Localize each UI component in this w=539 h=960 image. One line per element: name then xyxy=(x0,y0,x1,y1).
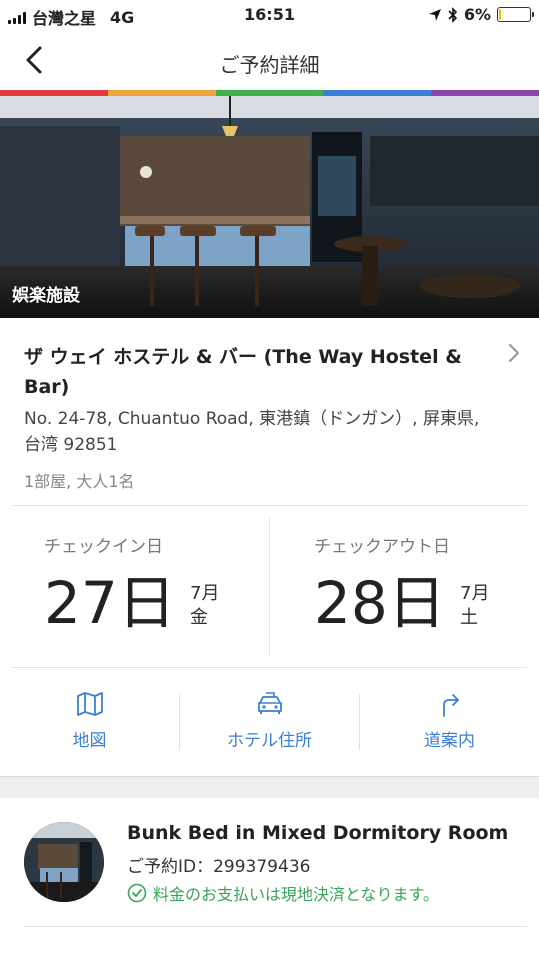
hotel-address-label: ホテル住所 xyxy=(227,731,312,751)
room-title: Bunk Bed in Mixed Dormitory Room xyxy=(127,822,509,844)
nav-bar: ご予約詳細 xyxy=(0,32,539,90)
action-row: 地図 ホテル住所 道案内 xyxy=(0,668,539,772)
booking-id: ご予約ID：299379436 xyxy=(127,857,311,877)
payment-note: 料金のお支払いは現地決済となります。 xyxy=(127,881,439,905)
directions-label: 道案内 xyxy=(424,731,475,751)
checkin-label: チェックイン日 xyxy=(44,537,163,557)
hotel-address-button[interactable]: ホテル住所 xyxy=(180,668,359,772)
stay-dates: チェックイン日 27日 7月 金 チェックアウト日 28日 7月 土 xyxy=(0,506,539,666)
room-thumbnail xyxy=(24,822,104,902)
hotel-name: ザ ウェイ ホステル & バー (The Way Hostel & Bar) xyxy=(24,346,462,398)
checkout-date: チェックアウト日 28日 7月 土 xyxy=(270,506,539,666)
divider xyxy=(24,926,527,927)
hotel-address: No. 24-78, Chuantuo Road, 東港鎮（ドンガン）, 屏東県… xyxy=(24,409,480,455)
directions-icon xyxy=(439,690,461,718)
checkin-day: 27日 xyxy=(44,569,176,637)
checkout-month: 7月 xyxy=(460,583,490,604)
map-button[interactable]: 地図 xyxy=(0,668,179,772)
checkout-month-weekday: 7月 土 xyxy=(460,582,489,630)
category-tag: 娯楽施設 xyxy=(12,286,80,306)
page-title: ご予約詳細 xyxy=(219,53,320,77)
hotel-detail-chevron[interactable] xyxy=(507,342,521,368)
section-gap xyxy=(0,776,539,798)
taxi-icon xyxy=(256,690,284,718)
hotel-photo[interactable]: 娯楽施設 xyxy=(0,96,539,318)
bluetooth-icon xyxy=(448,6,457,23)
checkin-month-weekday: 7月 金 xyxy=(190,582,219,630)
battery-icon xyxy=(497,7,534,22)
bar-interior-image xyxy=(0,96,539,318)
checkin-month: 7月 xyxy=(190,583,220,604)
chevron-right-icon xyxy=(508,343,520,363)
check-circle-icon xyxy=(127,883,147,903)
checkin-date: チェックイン日 27日 7月 金 xyxy=(0,506,269,666)
guest-summary: 1部屋, 大人1名 xyxy=(24,472,135,491)
checkout-day: 28日 xyxy=(314,569,446,637)
battery-percent: 6% xyxy=(463,5,491,24)
payment-note-text: 料金のお支払いは現地決済となります。 xyxy=(153,885,439,904)
checkout-weekday: 土 xyxy=(460,607,478,628)
checkin-weekday: 金 xyxy=(190,607,208,628)
directions-button[interactable]: 道案内 xyxy=(360,668,539,772)
map-label: 地図 xyxy=(72,731,107,751)
map-icon xyxy=(76,690,104,718)
room-card[interactable]: Bunk Bed in Mixed Dormitory Room ご予約ID：2… xyxy=(0,798,539,960)
status-bar: 台灣之星 4G 16:51 6% xyxy=(0,0,539,32)
checkout-label: チェックアウト日 xyxy=(314,537,450,557)
location-arrow-icon xyxy=(428,8,441,21)
